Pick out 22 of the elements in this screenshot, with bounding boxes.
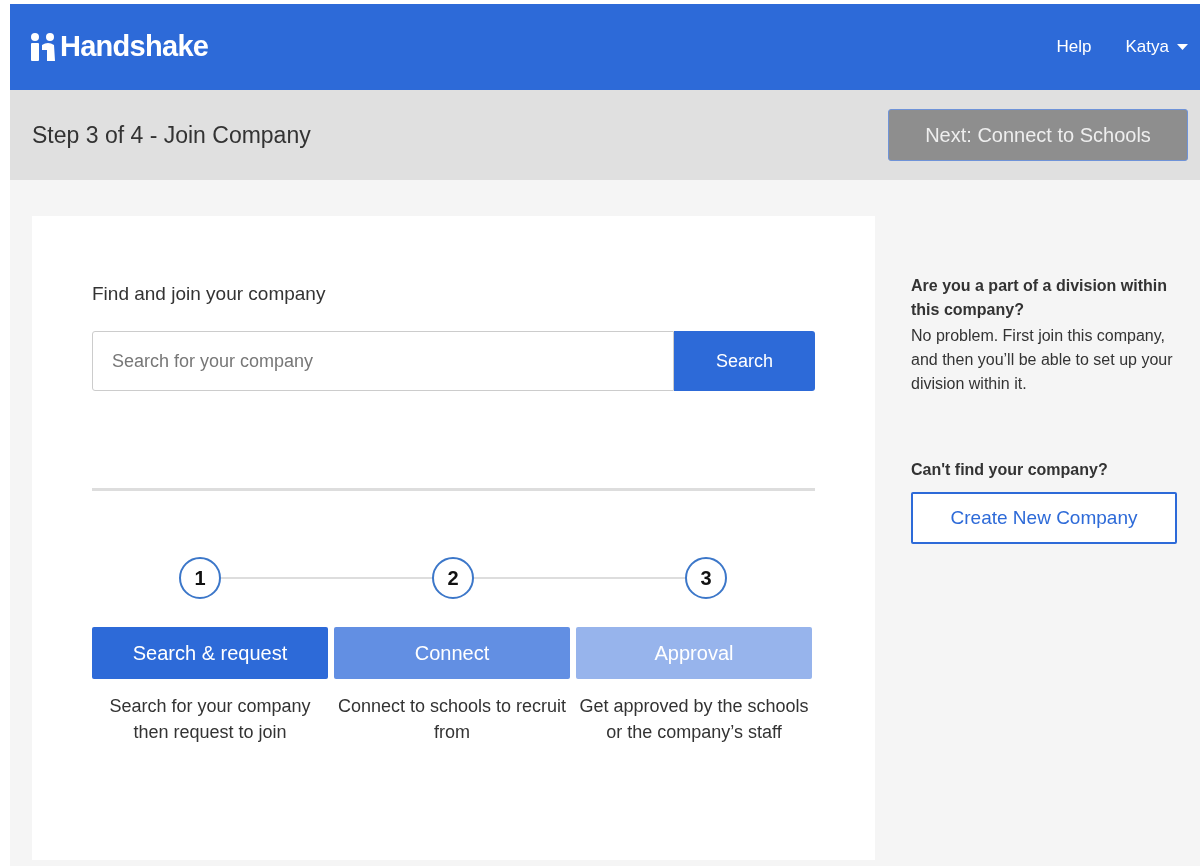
help-link[interactable]: Help [1056, 34, 1092, 60]
division-title: Are you a part of a division within this company? [911, 276, 1169, 320]
section-heading: Find and join your company [92, 282, 327, 304]
user-menu[interactable]: Katya [1125, 34, 1188, 60]
step-label: Search & request [92, 627, 328, 679]
cant-find-label: Can't find your company? [911, 460, 1109, 480]
step-description: Get approved by the schools or the company’s staff [578, 695, 810, 744]
step-label: Approval [576, 627, 812, 679]
step-number: 1 [179, 557, 221, 599]
step-description: Connect to schools to recruit from [336, 695, 568, 744]
step-title: Step 3 of 4 - Join Company [32, 120, 311, 150]
create-company-button[interactable]: Create New Company [911, 492, 1177, 544]
division-text: No problem. First join this company, and then you’ll be able to set up your division within it. [911, 326, 1174, 394]
step-number: 2 [432, 557, 474, 599]
people-icon [30, 33, 56, 61]
step-number: 3 [685, 557, 727, 599]
caret-icon [1177, 44, 1188, 50]
step-description: Search for your company then request to join [108, 695, 312, 744]
search-button[interactable]: Search [674, 331, 815, 391]
search-field[interactable]: Search for your company [92, 331, 674, 391]
step-label: Connect [334, 627, 570, 679]
logo-text: Handshake [60, 29, 209, 65]
